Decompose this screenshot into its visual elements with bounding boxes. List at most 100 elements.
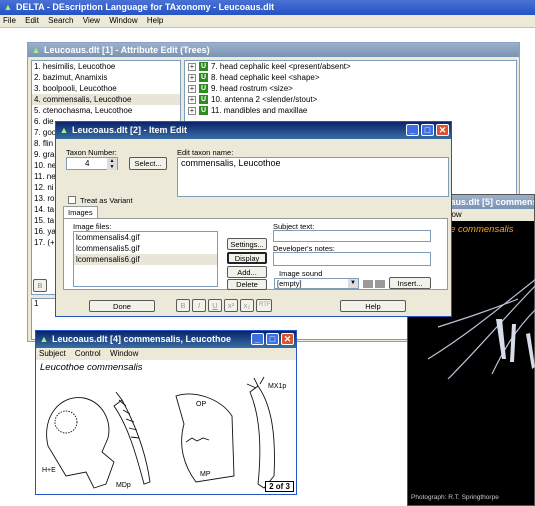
drawing-window: ▲ Leucoaus.dlt [4] commensalis, Leucotho… <box>35 330 297 495</box>
delete-button[interactable]: Delete <box>227 279 267 290</box>
image-file-item-selected[interactable]: lcommensalis6.gif <box>74 254 217 265</box>
delta-logo-icon: ▲ <box>31 45 41 55</box>
character-item[interactable]: + U 10. antenna 2 <slender/stout> <box>185 94 516 105</box>
character-label: 7. head cephalic keel <present/absent> <box>211 62 351 71</box>
minimize-button[interactable]: _ <box>406 124 419 136</box>
format-bold-button[interactable]: B <box>176 299 190 312</box>
eye <box>54 410 78 434</box>
treat-as-variant-checkbox[interactable] <box>68 196 76 204</box>
expand-icon[interactable]: + <box>188 73 196 82</box>
label-mdp: MDp <box>116 482 131 489</box>
select-button[interactable]: Select... <box>129 157 167 170</box>
settings-button[interactable]: Settings... <box>227 238 267 250</box>
unknown-badge-icon: U <box>199 84 208 94</box>
image-sound-select[interactable]: [empty] ▼ <box>274 278 359 289</box>
minimize-button[interactable]: _ <box>251 333 264 345</box>
sound-stop-icon[interactable] <box>375 280 385 288</box>
menu-help[interactable]: Help <box>147 16 163 25</box>
close-button[interactable]: ✕ <box>281 333 294 345</box>
app-menubar: File Edit Search View Window Help <box>0 15 535 27</box>
taxon-item-selected[interactable]: 4. commensalis, Leucothoe <box>32 94 180 105</box>
expand-icon[interactable]: + <box>188 84 196 93</box>
spinner-down-icon[interactable]: ▼ <box>107 164 117 170</box>
format-underline-button[interactable]: U <box>208 299 222 312</box>
maxilla-palp <box>249 385 275 489</box>
bold-button[interactable]: B <box>33 279 47 292</box>
amphipod-legs <box>496 319 535 369</box>
taxon-item[interactable]: 5. ctenochasma, Leucothoe <box>32 105 180 116</box>
taxon-name-input[interactable]: commensalis, Leucothoe <box>177 157 449 197</box>
expand-icon[interactable]: + <box>188 106 196 115</box>
delta-logo-icon: ▲ <box>39 334 49 344</box>
menu-window[interactable]: Window <box>110 349 138 358</box>
menu-edit[interactable]: Edit <box>25 16 39 25</box>
app-title: DELTA - DEscription Language for TAxonom… <box>16 2 275 12</box>
character-item[interactable]: + U 9. head rostrum <size> <box>185 83 516 94</box>
taxon-number-spinner[interactable]: 4 ▲ ▼ <box>66 157 118 170</box>
image-sound-label: Image sound <box>279 269 323 278</box>
character-label: 8. head cephalic keel <shape> <box>211 73 320 82</box>
image-file-item[interactable]: lcommensalis5.gif <box>74 243 217 254</box>
help-button[interactable]: Help <box>340 300 406 312</box>
character-label: 11. mandibles and maxillae <box>211 106 308 115</box>
character-label: 10. antenna 2 <slender/stout> <box>211 95 318 104</box>
taxon-item[interactable]: 2. bazimut, Anamixis <box>32 72 180 83</box>
drawing-title: Leucoaus.dlt [4] commensalis, Leucothoe <box>52 334 232 344</box>
images-panel: Image files: lcommensalis4.gif lcommensa… <box>63 218 448 290</box>
attribute-edit-titlebar[interactable]: ▲ Leucoaus.dlt [1] - Attribute Edit (Tre… <box>28 43 519 57</box>
unknown-badge-icon: U <box>199 95 208 105</box>
menu-window[interactable]: Window <box>109 16 137 25</box>
appendage-drawing: H+E MDp OP MP MX1p <box>42 376 286 489</box>
image-sound-value: [empty] <box>277 279 302 288</box>
character-item[interactable]: + U 11. mandibles and maxillae <box>185 105 516 116</box>
format-superscript-button[interactable]: x² <box>224 299 238 312</box>
image-file-item[interactable]: lcommensalis4.gif <box>74 232 217 243</box>
mandible-palp <box>113 399 151 485</box>
image-files-list[interactable]: lcommensalis4.gif lcommensalis5.gif lcom… <box>73 231 218 287</box>
menu-subject[interactable]: Subject <box>39 349 66 358</box>
menu-search[interactable]: Search <box>48 16 73 25</box>
photo-credit: Photograph: R.T. Springthorpe <box>411 494 499 501</box>
drawing-menubar: Subject Control Window <box>36 348 296 360</box>
character-item[interactable]: + U 8. head cephalic keel <shape> <box>185 72 516 83</box>
character-label: 9. head rostrum <size> <box>211 84 293 93</box>
display-button[interactable]: Display <box>227 252 267 264</box>
treat-as-variant-label: Treat as Variant <box>80 196 133 205</box>
unknown-badge-icon: U <box>199 106 208 116</box>
item-edit-titlebar[interactable]: ▲ Leucoaus.dlt [2] - Item Edit _ □ ✕ <box>56 122 451 139</box>
menu-control[interactable]: Control <box>75 349 101 358</box>
developer-notes-input[interactable] <box>273 252 431 266</box>
format-rtf-button[interactable]: RTF <box>256 299 272 312</box>
expand-icon[interactable]: + <box>188 95 196 104</box>
delta-logo-icon: ▲ <box>59 125 69 135</box>
delta-logo-icon: ▲ <box>3 2 13 12</box>
taxon-item[interactable]: 1. hesimilis, Leucothoe <box>32 61 180 72</box>
item-edit-window: ▲ Leucoaus.dlt [2] - Item Edit _ □ ✕ Tax… <box>55 121 452 317</box>
label-mp: MP <box>200 471 211 478</box>
insert-button[interactable]: Insert... <box>389 277 431 289</box>
label-he: H+E <box>42 467 56 474</box>
chevron-down-icon[interactable]: ▼ <box>348 279 358 288</box>
format-subscript-button[interactable]: x₂ <box>240 299 254 312</box>
menu-file[interactable]: File <box>3 16 16 25</box>
item-edit-title: Leucoaus.dlt [2] - Item Edit <box>72 125 188 135</box>
expand-icon[interactable]: + <box>188 62 196 71</box>
attribute-value: 1 <box>34 299 39 308</box>
format-italic-button[interactable]: I <box>192 299 206 312</box>
taxon-item[interactable]: 3. boolpooli, Leucothoe <box>32 83 180 94</box>
character-item[interactable]: + U 7. head cephalic keel <present/absent> <box>185 61 516 72</box>
taxon-name-text: commensalis, Leucothoe <box>181 158 281 168</box>
maximize-button[interactable]: □ <box>421 124 434 136</box>
image-files-label: Image files: <box>73 222 112 231</box>
close-button[interactable]: ✕ <box>436 124 449 136</box>
done-button[interactable]: Done <box>89 300 155 312</box>
maximize-button[interactable]: □ <box>266 333 279 345</box>
taxon-number-value: 4 <box>85 159 90 168</box>
sound-play-icon[interactable] <box>363 280 373 288</box>
add-button[interactable]: Add... <box>227 266 267 278</box>
app-titlebar[interactable]: ▲ DELTA - DEscription Language for TAxon… <box>0 0 535 15</box>
drawing-titlebar[interactable]: ▲ Leucoaus.dlt [4] commensalis, Leucotho… <box>36 331 296 348</box>
taxon-number-label: Taxon Number: <box>66 148 117 157</box>
subject-text-input[interactable] <box>273 230 431 242</box>
menu-view[interactable]: View <box>83 16 100 25</box>
